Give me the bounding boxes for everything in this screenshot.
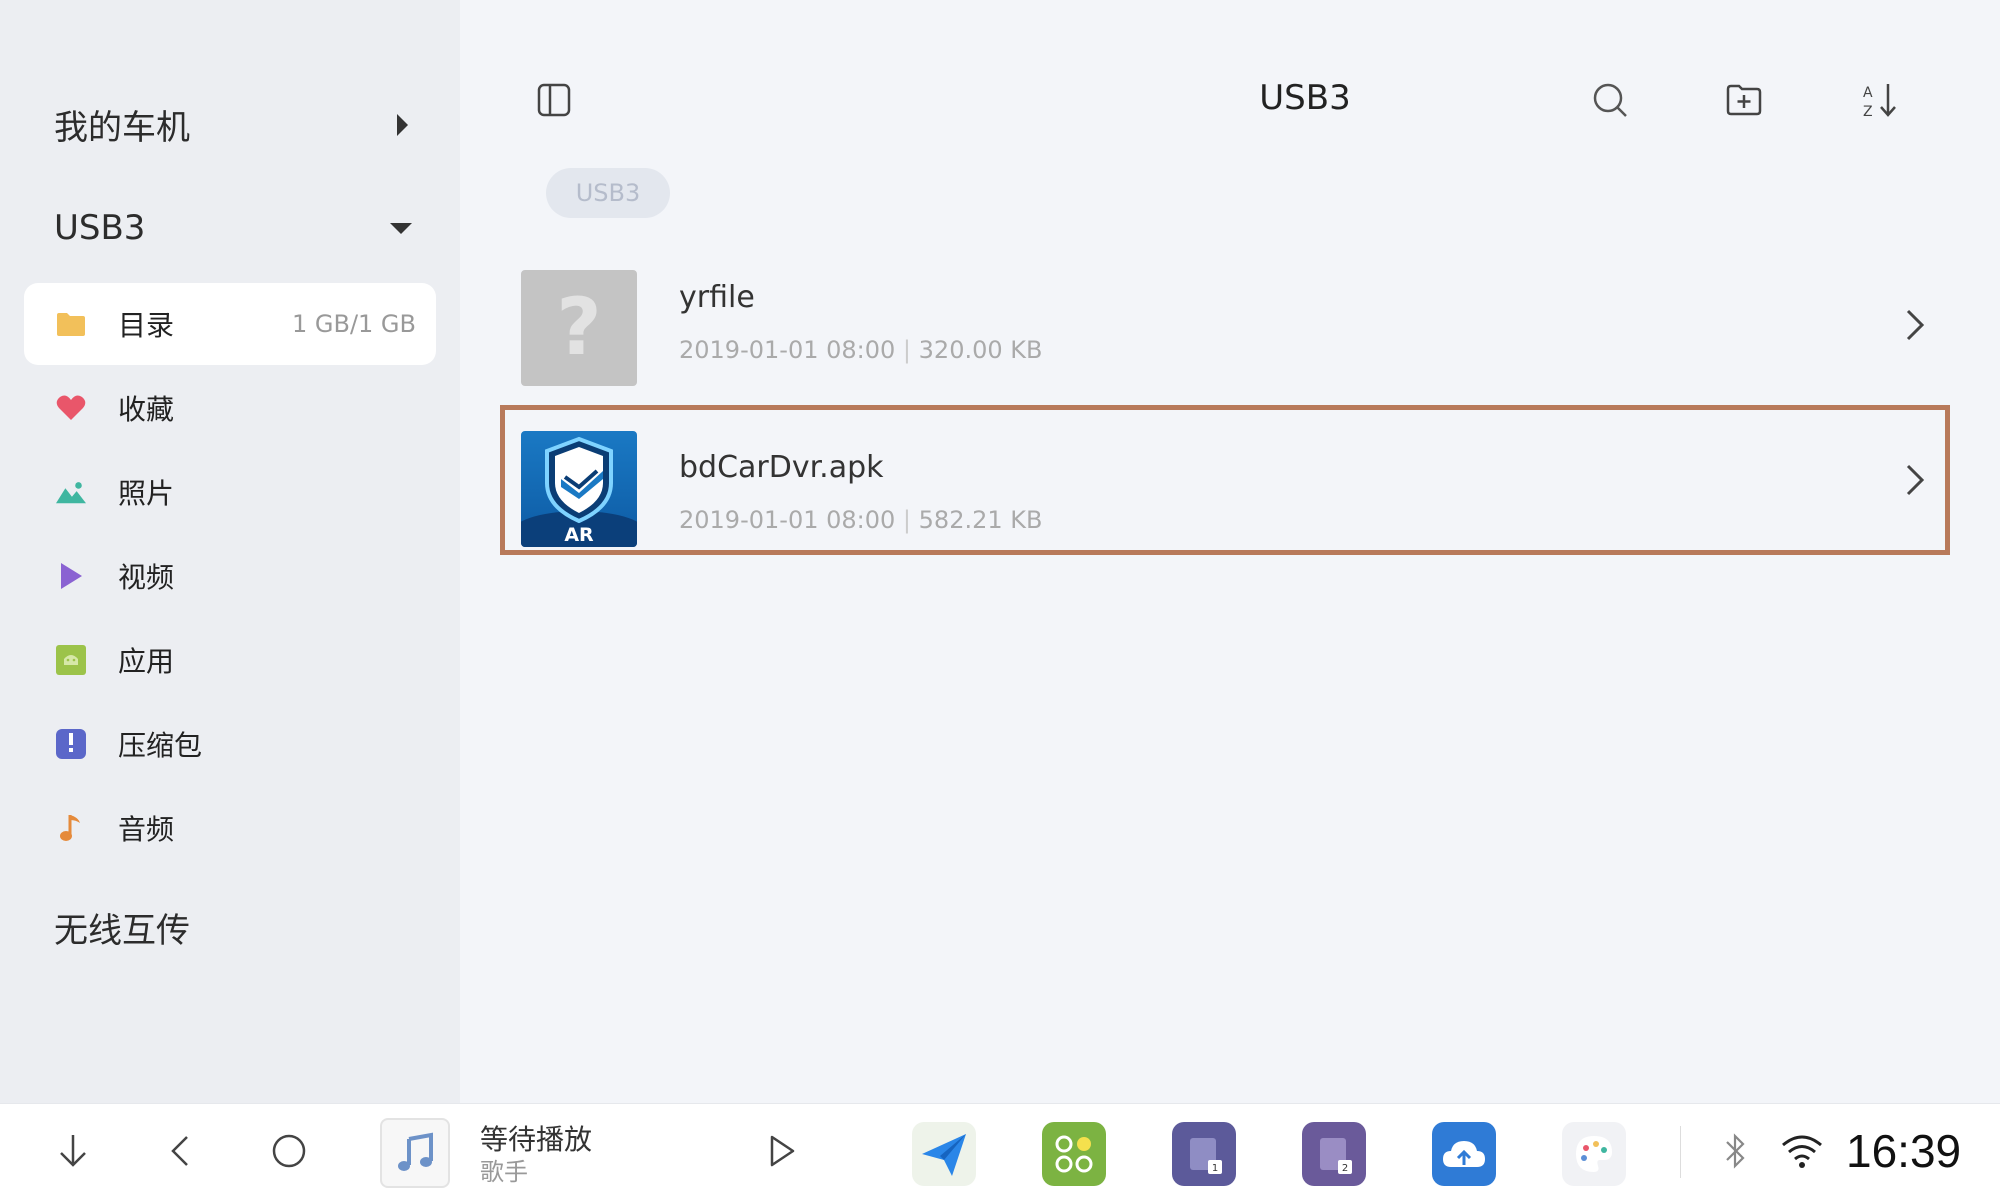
sidebar-item-label: 音频 [118,813,175,846]
sidebar-item-audio[interactable]: 音频 [24,787,436,869]
file-meta: 2019-01-01 08:00 | 582.21 KB [679,506,1042,534]
file-row-yrfile[interactable]: ? yrfile 2019-01-01 08:00 | 320.00 KB [500,250,1950,400]
apps-grid-icon[interactable] [1042,1122,1106,1186]
file-size: 320.00 KB [918,336,1043,364]
search-icon[interactable] [1590,80,1630,120]
sidebar-heading-usb3-label: USB3 [54,208,146,248]
bottom-bar-divider [1680,1126,1681,1178]
chevron-down-icon[interactable] [48,1126,98,1176]
ar-shield-app-icon: AR [521,431,637,547]
back-icon[interactable] [156,1126,206,1176]
svg-text:2: 2 [1342,1163,1348,1174]
file-name: yrfile [679,280,755,315]
sidebar-item-label: 目录 [118,309,175,342]
split-screen-2-icon[interactable]: 2 [1302,1122,1366,1186]
svg-text:?: ? [556,288,601,368]
folder-icon [56,309,86,339]
chevron-right-icon[interactable] [1900,305,1930,345]
ota-update-icon[interactable] [1432,1122,1496,1186]
sidebar-item-photos[interactable]: 照片 [24,451,436,533]
sidebar-item-label: 收藏 [118,393,175,426]
android-icon [56,645,86,675]
storage-capacity: 1 GB/1 GB [291,310,416,338]
archive-icon [56,729,86,759]
wifi-icon[interactable] [1777,1126,1827,1176]
file-browser-main: USB3 AZ USB3 ? yrfile 2019-01-01 08:00 |… [460,0,2000,1103]
sidebar-heading-wireless-transfer[interactable]: 无线互传 [54,903,190,952]
system-bottom-bar: 等待播放 歌手 1 2 16:39 [0,1103,2000,1200]
svg-text:1: 1 [1212,1163,1218,1174]
sidebar-item-directory[interactable]: 目录 1 GB/1 GB [24,283,436,365]
page-title: USB3 [1259,78,1351,118]
clock: 16:39 [1846,1125,1962,1177]
home-icon[interactable] [264,1126,314,1176]
svg-text:A: A [1863,85,1873,101]
meta-separator: | [902,336,912,364]
file-row-bdcardvr-apk[interactable]: AR bdCarDvr.apk 2019-01-01 08:00 | 582.2… [500,405,1950,555]
svg-text:Z: Z [1863,104,1873,120]
sort-az-icon[interactable]: AZ [1860,80,1900,120]
sidebar-item-videos[interactable]: 视频 [24,535,436,617]
image-icon [56,477,86,507]
file-size: 582.21 KB [918,506,1043,534]
file-date: 2019-01-01 08:00 [679,336,896,364]
new-folder-icon[interactable] [1724,80,1764,120]
navigation-app-icon[interactable] [912,1122,976,1186]
meta-separator: | [902,506,912,534]
caret-right-icon [397,113,408,136]
theme-palette-icon[interactable] [1562,1122,1626,1186]
play-button-icon[interactable] [756,1126,806,1176]
unknown-file-icon: ? [521,270,637,386]
sidebar-item-archives[interactable]: 压缩包 [24,703,436,785]
music-artist: 歌手 [480,1158,528,1186]
file-date: 2019-01-01 08:00 [679,506,896,534]
sidebar-heading-wireless-label: 无线互传 [54,911,190,951]
sidebar-item-label: 应用 [118,645,175,678]
sidebar-item-label: 照片 [118,477,175,510]
file-name: bdCarDvr.apk [679,450,884,485]
play-icon [56,561,86,591]
sidebar-heading-usb3[interactable]: USB3 [54,208,412,248]
caret-down-icon [390,222,412,234]
sidebar-item-apps[interactable]: 应用 [24,619,436,701]
chevron-right-icon[interactable] [1900,460,1930,500]
breadcrumb[interactable]: USB3 [546,168,670,218]
split-screen-1-icon[interactable]: 1 [1172,1122,1236,1186]
sidebar-heading-my-car[interactable]: 我的车机 [54,100,408,149]
sidebar: 我的车机 USB3 目录 1 GB/1 GB 收藏 照片 视频 应用 压缩包 音… [0,0,460,1103]
sidebar-item-label: 压缩包 [118,729,203,762]
app-thumb-label: AR [564,524,594,546]
bluetooth-icon[interactable] [1710,1126,1760,1176]
sidebar-heading-my-car-label: 我的车机 [54,108,190,148]
music-album-thumb[interactable] [380,1118,450,1188]
sidebar-item-favorites[interactable]: 收藏 [24,367,436,449]
file-meta: 2019-01-01 08:00 | 320.00 KB [679,336,1042,364]
heart-icon [56,393,86,423]
sidebar-item-label: 视频 [118,561,175,594]
music-note-icon [56,813,86,843]
